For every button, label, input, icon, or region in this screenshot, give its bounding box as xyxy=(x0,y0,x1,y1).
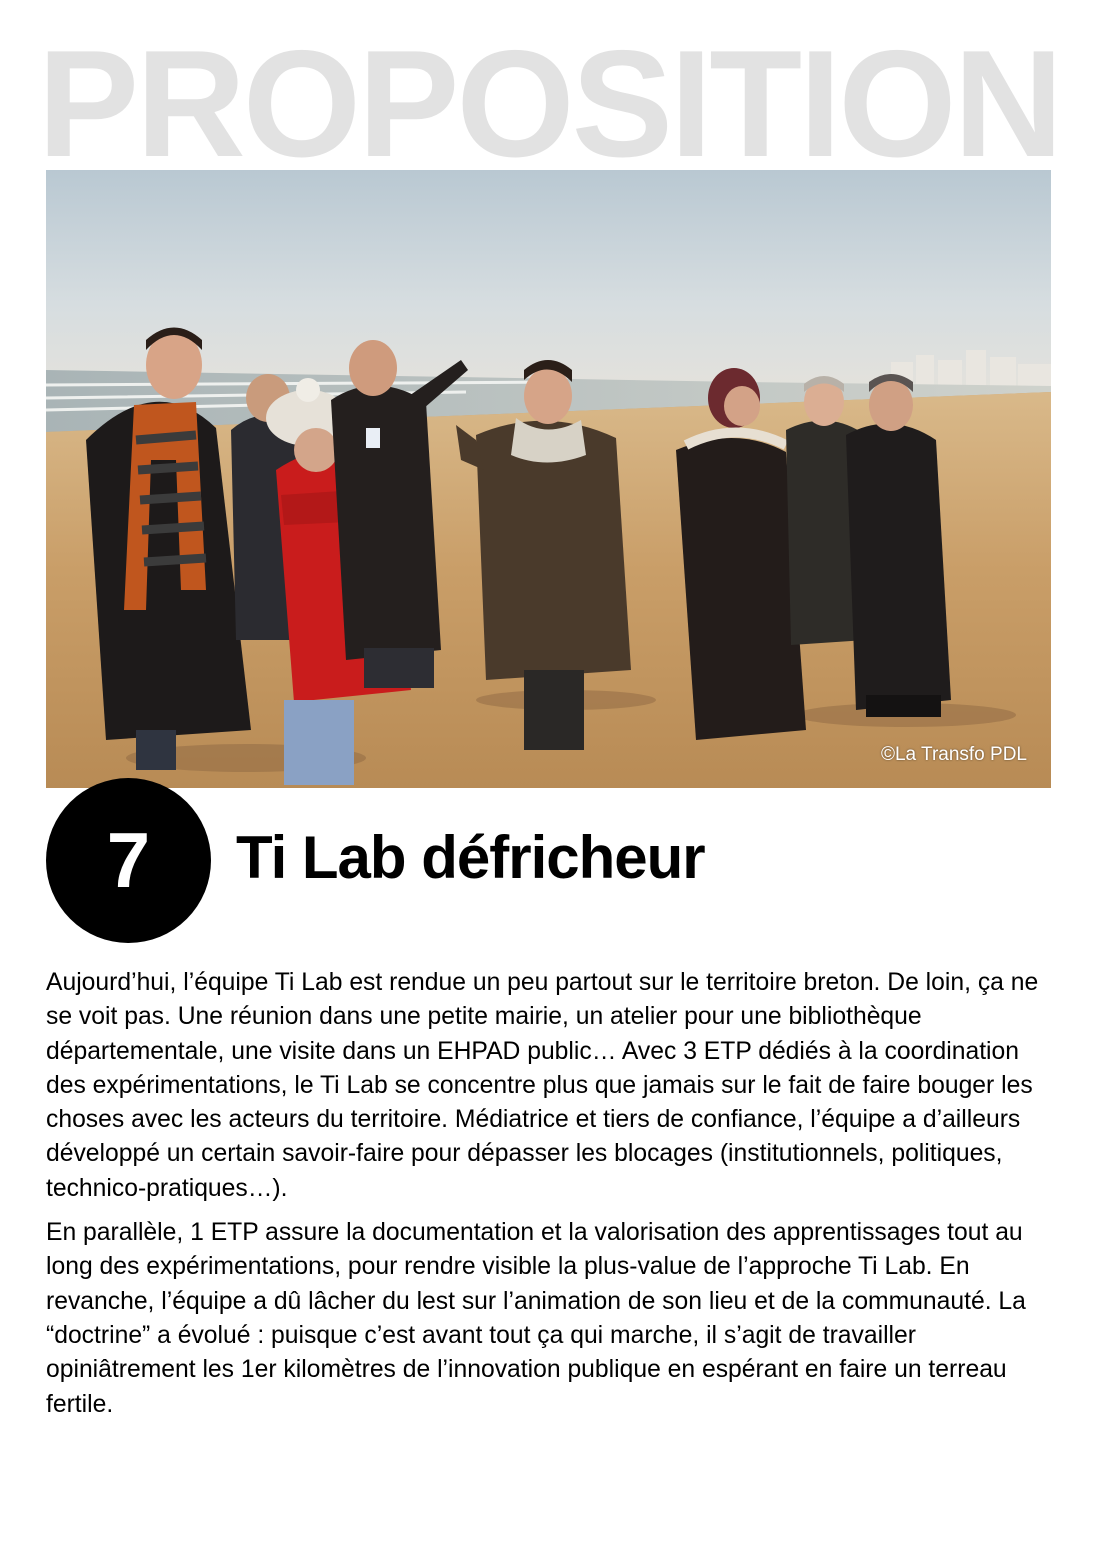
paragraph: Aujourd’hui, l’équipe Ti Lab est rendue … xyxy=(46,969,1039,1202)
header-word: PROPOSITION xyxy=(37,19,1064,189)
photo-credit: ©La Transfo PDL xyxy=(880,744,1027,765)
proposal-number-badge: 7 xyxy=(46,778,211,943)
paragraph: En parallèle, 1 ETP assure la documentat… xyxy=(46,1219,1026,1418)
group-photo: ©La Transfo PDL xyxy=(46,170,1051,788)
proposal-title: Ti Lab défricheur xyxy=(236,824,706,891)
body-text: Aujourd’hui, l’équipe Ti Lab est rendue … xyxy=(46,966,1046,1432)
